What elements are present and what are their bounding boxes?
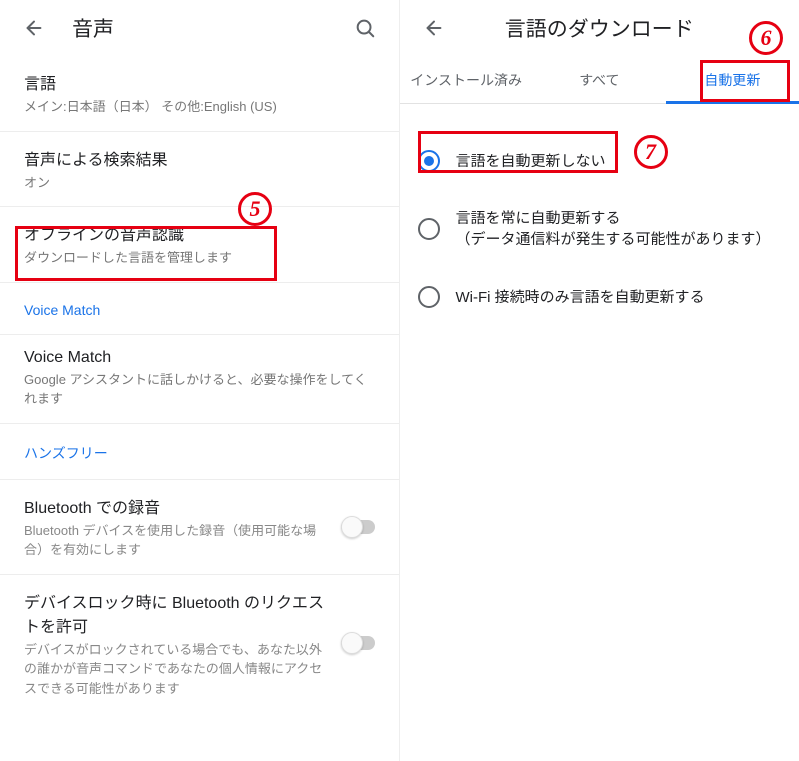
- radio-wifi-only-auto-update[interactable]: Wi-Fi 接続時のみ言語を自動更新する: [412, 268, 792, 326]
- back-button[interactable]: [14, 8, 54, 48]
- bt-record-subtitle: Bluetooth デバイスを使用した録音（使用可能な場合）を有効にします: [24, 521, 329, 560]
- bt-lock-subtitle: デバイスがロックされている場合でも、あなた以外の誰かが音声コマンドであなたの個人…: [24, 640, 329, 699]
- radio-icon: [418, 218, 440, 240]
- language-title: 言語: [24, 70, 375, 94]
- offline-recognition-row[interactable]: オフラインの音声認識 ダウンロードした言語を管理します: [0, 207, 399, 283]
- bt-lock-title: デバイスロック時に Bluetooth のリクエストを許可: [24, 589, 329, 637]
- appbar-left: 音声: [0, 0, 399, 56]
- page-title: 音声: [72, 13, 345, 43]
- offline-title: オフラインの音声認識: [24, 221, 375, 245]
- voice-search-subtitle: オン: [24, 173, 375, 193]
- voice-search-title: 音声による検索結果: [24, 146, 375, 170]
- arrow-back-icon: [23, 17, 45, 39]
- tabs: インストール済み すべて 自動更新: [400, 56, 799, 104]
- page-title-right: 言語のダウンロード: [454, 13, 786, 43]
- tab-auto-update[interactable]: 自動更新: [666, 56, 799, 103]
- voice-match-row[interactable]: Voice Match Google アシスタントに話しかけると、必要な操作をし…: [0, 335, 399, 424]
- radio-always-auto-update[interactable]: 言語を常に自動更新する （データ通信料が発生する可能性があります）: [412, 190, 792, 268]
- tab-installed[interactable]: インストール済み: [400, 56, 533, 103]
- search-icon: [354, 17, 376, 39]
- radio-icon-selected: [418, 150, 440, 172]
- voice-match-title: Voice Match: [24, 349, 375, 367]
- appbar-right: 言語のダウンロード: [400, 0, 799, 56]
- bt-record-title: Bluetooth での録音: [24, 494, 329, 518]
- bluetooth-record-row[interactable]: Bluetooth での録音 Bluetooth デバイスを使用した録音（使用可…: [0, 480, 399, 575]
- back-button-right[interactable]: [414, 8, 454, 48]
- bt-lock-switch[interactable]: [341, 636, 375, 650]
- radio-icon: [418, 286, 440, 308]
- voice-search-row[interactable]: 音声による検索結果 オン: [0, 132, 399, 208]
- voice-match-section-label: Voice Match: [0, 283, 399, 335]
- auto-update-radio-group: 言語を自動更新しない 言語を常に自動更新する （データ通信料が発生する可能性があ…: [400, 104, 799, 334]
- language-subtitle: メイン:日本語（日本） その他:English (US): [24, 97, 375, 117]
- handsfree-section-label: ハンズフリー: [0, 424, 399, 480]
- bluetooth-lock-row[interactable]: デバイスロック時に Bluetooth のリクエストを許可 デバイスがロックされ…: [0, 575, 399, 713]
- radio-label-2: 言語を常に自動更新する （データ通信料が発生する可能性があります）: [456, 208, 771, 250]
- radio-no-auto-update[interactable]: 言語を自動更新しない: [412, 132, 792, 190]
- search-button[interactable]: [345, 8, 385, 48]
- radio-label-1: 言語を自動更新しない: [456, 151, 606, 172]
- voice-settings-pane: 音声 言語 メイン:日本語（日本） その他:English (US) 音声による…: [0, 0, 400, 761]
- bt-record-switch[interactable]: [341, 520, 375, 534]
- radio-label-3: Wi-Fi 接続時のみ言語を自動更新する: [456, 287, 705, 308]
- offline-subtitle: ダウンロードした言語を管理します: [24, 248, 375, 268]
- language-download-pane: 言語のダウンロード インストール済み すべて 自動更新 言語を自動更新しない 言…: [400, 0, 799, 761]
- tab-all[interactable]: すべて: [533, 56, 666, 103]
- arrow-back-icon: [423, 17, 445, 39]
- language-row[interactable]: 言語 メイン:日本語（日本） その他:English (US): [0, 56, 399, 132]
- voice-match-subtitle: Google アシスタントに話しかけると、必要な操作をしてくれます: [24, 370, 375, 409]
